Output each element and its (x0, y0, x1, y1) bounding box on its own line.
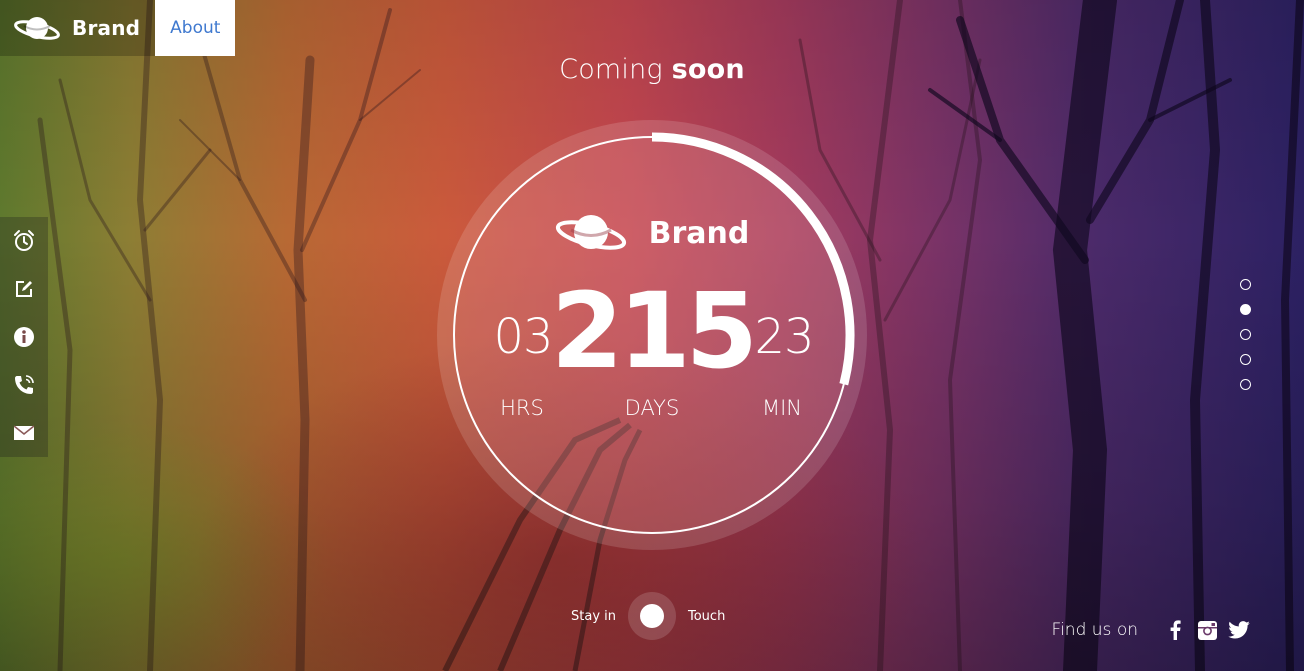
pager-dot-5[interactable] (1240, 379, 1251, 390)
headline-bold: soon (671, 54, 745, 85)
side-item-mail[interactable] (0, 409, 48, 457)
planet-icon (555, 215, 626, 250)
countdown-brand-name: Brand (648, 215, 750, 251)
stay-in-touch-toggle[interactable] (628, 592, 676, 640)
facebook-link[interactable] (1164, 619, 1186, 641)
top-navbar: Brand About (0, 0, 236, 56)
side-item-countdown[interactable] (0, 217, 48, 265)
pager-dot-1[interactable] (1240, 279, 1251, 290)
days-label: DAYS (624, 396, 680, 420)
instagram-link[interactable] (1196, 619, 1218, 641)
days-value: 215 (550, 270, 758, 392)
countdown-clock: Brand 03 215 23 HRS DAYS MIN (437, 120, 867, 550)
nav-about-link[interactable]: About (155, 0, 236, 56)
facebook-icon (1170, 620, 1181, 640)
section-pager (1240, 279, 1251, 404)
phone-icon (15, 375, 34, 394)
twitter-link[interactable] (1228, 619, 1250, 641)
side-item-subscribe[interactable] (0, 265, 48, 313)
pager-dot-2[interactable] (1240, 304, 1251, 315)
side-item-about[interactable] (0, 313, 48, 361)
pager-dot-4[interactable] (1240, 354, 1251, 365)
side-item-contact[interactable] (0, 361, 48, 409)
planet-icon (14, 17, 60, 40)
toggle-left-label: Stay in (571, 608, 616, 624)
find-us-label: Find us on (1051, 620, 1138, 640)
brand-name: Brand (72, 16, 141, 40)
find-us-footer: Find us on (1052, 619, 1250, 641)
headline-light: Coming (559, 54, 663, 85)
twitter-icon (1228, 621, 1250, 639)
minutes-value: 23 (754, 309, 814, 365)
instagram-icon (1197, 620, 1217, 640)
pager-dot-3[interactable] (1240, 329, 1251, 340)
info-icon (14, 327, 34, 347)
hours-label: HRS (500, 396, 544, 420)
alarm-clock-icon (14, 230, 34, 251)
toggle-right-label: Touch (688, 608, 726, 624)
minutes-label: MIN (761, 396, 803, 420)
brand-logo-link[interactable]: Brand (0, 0, 156, 56)
edit-icon (16, 281, 32, 297)
side-menu (0, 217, 48, 457)
envelope-icon (14, 425, 34, 440)
page-headline: Coming soon (0, 54, 1304, 85)
coming-soon-page: Brand About Coming soon Brand 03 215 23 … (0, 0, 1304, 671)
countdown-brand: Brand (437, 210, 867, 256)
toggle-knob[interactable] (640, 604, 664, 628)
